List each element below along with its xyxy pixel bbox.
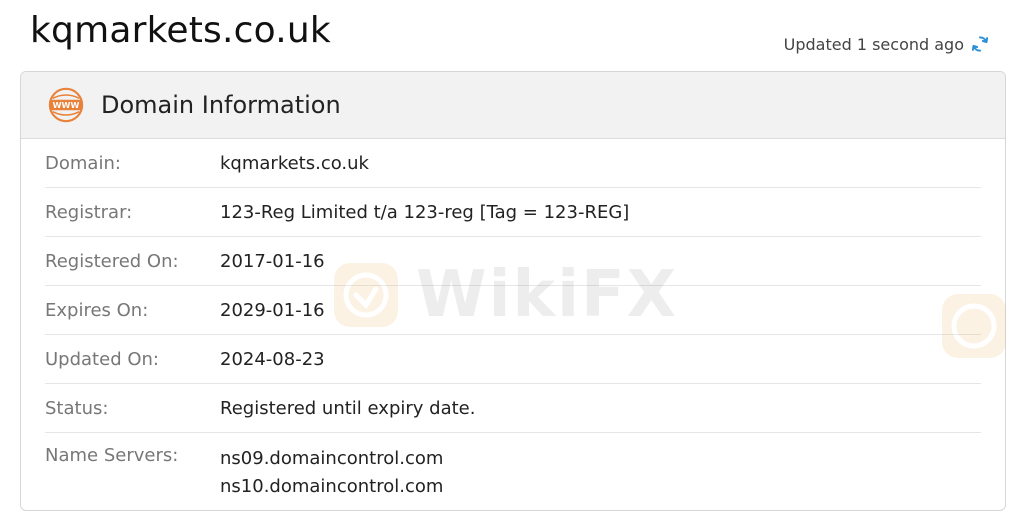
- card-header: WWW Domain Information: [21, 72, 1005, 139]
- updated-text: Updated 1 second ago: [783, 34, 964, 54]
- row-label: Domain:: [45, 152, 121, 174]
- row-label: Status:: [45, 397, 109, 419]
- info-row-status: Status: Registered until expiry date.: [45, 384, 981, 433]
- row-label: Registrar:: [45, 201, 133, 223]
- info-row-expires-on: Expires On: 2029-01-16: [45, 286, 981, 335]
- updated-status: Updated 1 second ago: [784, 34, 990, 54]
- name-server-item: ns09.domaincontrol.com: [220, 448, 444, 469]
- info-row-name-servers: Name Servers: ns09.domaincontrol.com ns1…: [45, 433, 981, 501]
- row-label: Name Servers:: [45, 445, 179, 466]
- row-value: 2017-01-16: [220, 250, 325, 272]
- svg-text:WWW: WWW: [53, 101, 80, 110]
- www-icon: WWW: [48, 87, 84, 123]
- page: kqmarkets.co.uk Updated 1 second ago WWW…: [0, 0, 1022, 519]
- page-title: kqmarkets.co.uk: [30, 10, 331, 51]
- row-value: kqmarkets.co.uk: [220, 152, 369, 174]
- row-label: Updated On:: [45, 348, 159, 370]
- info-row-domain: Domain: kqmarkets.co.uk: [45, 139, 981, 188]
- row-label: Expires On:: [45, 299, 149, 321]
- row-value: 2024-08-23: [220, 348, 325, 370]
- info-row-registered-on: Registered On: 2017-01-16: [45, 237, 981, 286]
- row-value: 2029-01-16: [220, 299, 325, 321]
- domain-info-card: WWW Domain Information Domain: kqmarkets…: [20, 71, 1006, 511]
- card-title: Domain Information: [101, 91, 341, 119]
- info-row-registrar: Registrar: 123-Reg Limited t/a 123-reg […: [45, 188, 981, 237]
- row-label: Registered On:: [45, 250, 179, 272]
- info-rows: Domain: kqmarkets.co.uk Registrar: 123-R…: [21, 139, 1005, 501]
- row-value: Registered until expiry date.: [220, 397, 476, 419]
- name-server-list: ns09.domaincontrol.com ns10.domaincontro…: [220, 445, 443, 501]
- info-row-updated-on: Updated On: 2024-08-23: [45, 335, 981, 384]
- refresh-icon[interactable]: [970, 34, 990, 54]
- row-value: 123-Reg Limited t/a 123-reg [Tag = 123-R…: [220, 201, 630, 223]
- name-server-item: ns10.domaincontrol.com: [220, 476, 444, 497]
